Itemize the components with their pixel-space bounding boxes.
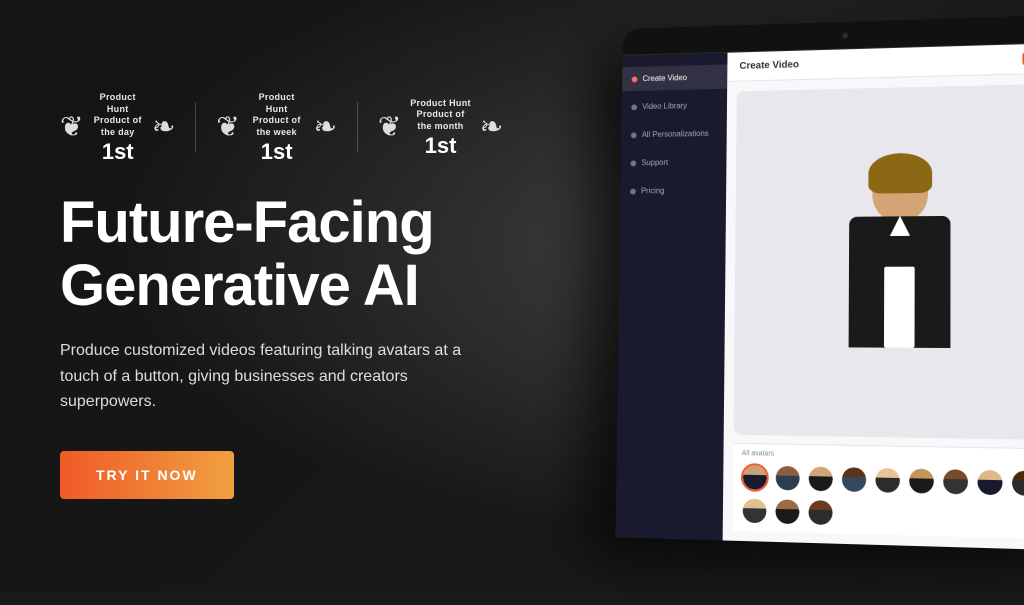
award-title-day: Product Hunt [91,92,144,115]
app-interface: Create Video Video Library All Personali… [616,43,1024,551]
avatar-thumb-6[interactable] [907,466,936,495]
avatar-thumb-3[interactable] [807,464,835,493]
award-badge-month: ❦ Product Hunt Product of the month 1st … [378,98,503,157]
sidebar-dot-personal [631,132,637,138]
award-rank-day: 1st [102,141,134,163]
avatar-selector: All avatars [733,443,1024,540]
avatar-circle-8 [977,470,1002,495]
app-header-title: Create Video [739,60,799,72]
sidebar-dot-pricing [630,188,636,194]
avatar-circle-10 [743,498,767,523]
award-subtitle-day: Product of the day [91,115,144,138]
app-main: Create Video Create + [723,43,1024,551]
avatar-head [872,160,928,221]
award-subtitle-month: Product of the month [409,109,471,132]
sidebar-label-create: Create Video [642,73,686,83]
avatar-grid [741,463,1024,533]
avatar-hair [868,152,932,193]
avatar-circle-12 [808,500,832,525]
avatar-thumb-4[interactable] [840,465,869,494]
sidebar-dot-create [632,76,638,82]
sidebar-item-create-video[interactable]: Create Video [622,64,727,91]
laurel-right-icon-3: ❧ [480,113,503,141]
award-laurel-month: ❦ Product Hunt Product of the month 1st … [378,98,503,157]
avatar-circle-7 [943,469,968,494]
avatar-body [849,215,951,347]
avatar-shirt [884,266,915,347]
avatar-circle-2 [776,466,800,491]
laptop-screen: Create Video Video Library All Personali… [616,14,1024,550]
heading-line1: Future-Facing [60,190,434,255]
sidebar-item-video-library[interactable]: Video Library [622,93,727,120]
award-inner-day: Product Hunt Product of the day 1st [87,92,148,163]
avatar-circle-5 [875,468,900,493]
awards-row: ❦ Product Hunt Product of the day 1st ❧ … [60,92,503,163]
avatar-circle-1 [743,465,767,490]
sidebar-dot-support [630,160,636,166]
avatar-thumb-7[interactable] [941,467,970,497]
try-it-now-button[interactable]: TRY IT NOW [60,451,234,499]
sidebar-label-pricing: Pricing [640,186,663,195]
avatar-thumb-5[interactable] [873,466,902,495]
video-preview-area: All avatars [723,73,1024,551]
award-divider-1 [195,102,196,152]
sidebar-label-library: Video Library [642,101,687,111]
avatar-circle-11 [775,499,799,524]
award-laurel-week: ❦ Product Hunt Product of the week 1st ❧ [216,92,337,163]
avatar-collar [889,216,909,236]
award-laurel-day: ❦ Product Hunt Product of the day 1st ❧ [60,92,175,163]
laurel-right-icon: ❧ [152,113,175,141]
laurel-left-icon-2: ❦ [216,113,239,141]
sidebar-label-personal: All Personalizations [641,129,708,139]
hero-section: ❦ Product Hunt Product of the day 1st ❧ … [0,0,1024,591]
award-inner-month: Product Hunt Product of the month 1st [405,98,475,157]
award-subtitle-week: Product of the week [248,115,306,138]
avatar-circle-4 [842,467,866,492]
award-divider-2 [357,102,358,152]
avatar-circle-3 [809,466,833,491]
award-rank-week: 1st [261,141,293,163]
laurel-left-icon-3: ❦ [378,113,401,141]
sidebar-dot-library [631,104,637,110]
avatar-thumb-12[interactable] [806,498,834,527]
award-badge-week: ❦ Product Hunt Product of the week 1st ❧ [216,92,337,163]
content-right: Create Video Video Library All Personali… [522,0,1024,591]
award-badge-day: ❦ Product Hunt Product of the day 1st ❧ [60,92,175,163]
main-heading: Future-Facing Generative AI [60,191,503,319]
award-title-week: Product Hunt [248,92,306,115]
app-sidebar: Create Video Video Library All Personali… [616,53,728,541]
laptop-camera [842,32,848,38]
hero-subtext: Produce customized videos featuring talk… [60,338,490,415]
avatar-circle-9 [1012,471,1024,497]
avatar-selector-label: All avatars [741,450,1024,463]
sidebar-label-support: Support [641,158,668,167]
avatar-figure [828,160,971,363]
award-rank-month: 1st [425,135,457,157]
avatar-thumb-2[interactable] [774,464,802,493]
avatar-thumb-10[interactable] [741,496,769,525]
avatar-preview-box [734,83,1024,440]
sidebar-item-personalizations[interactable]: All Personalizations [621,121,727,147]
avatar-thumb-11[interactable] [773,497,801,526]
laurel-left-icon: ❦ [60,113,83,141]
heading-line2: Generative AI [60,253,419,318]
avatar-thumb-8[interactable] [975,468,1004,498]
avatar-circle-6 [909,468,934,493]
sidebar-item-pricing[interactable]: Pricing [620,178,726,204]
award-title-month: Product Hunt [410,98,471,110]
award-inner-week: Product Hunt Product of the week 1st [244,92,310,163]
avatar-thumb-1[interactable] [741,463,769,492]
laptop-container: Create Video Video Library All Personali… [527,0,1024,604]
content-left: ❦ Product Hunt Product of the day 1st ❧ … [0,52,563,539]
avatar-thumb-9[interactable] [1010,468,1024,498]
sidebar-item-support[interactable]: Support [621,149,727,175]
laurel-right-icon-2: ❧ [314,113,337,141]
